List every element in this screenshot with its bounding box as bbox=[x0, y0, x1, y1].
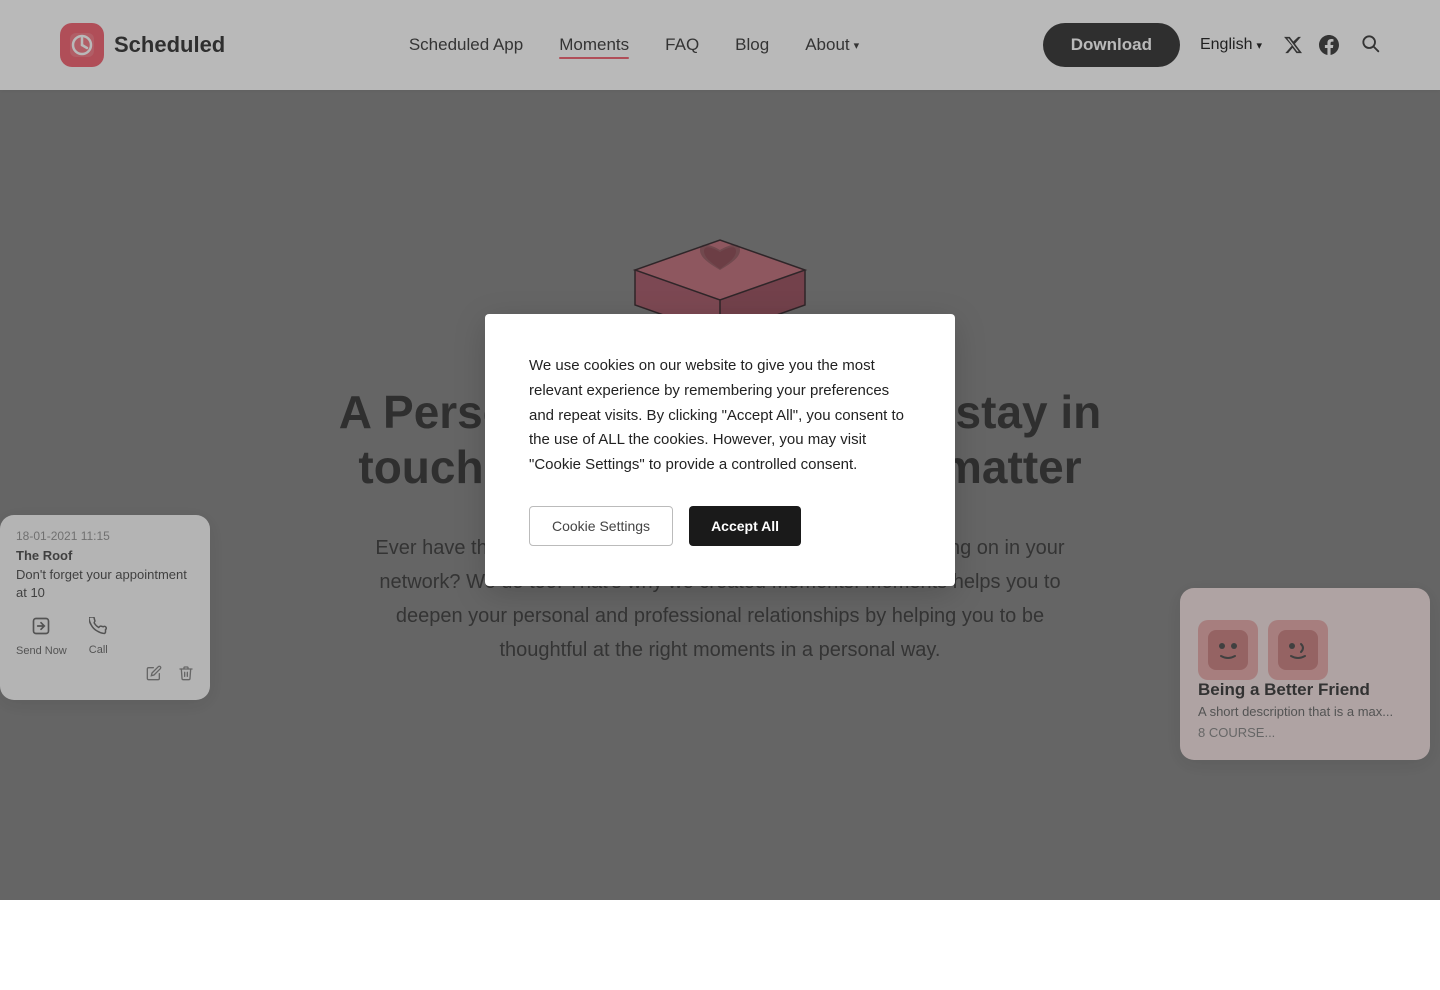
cookie-buttons: Cookie Settings Accept All bbox=[529, 506, 911, 546]
cookie-settings-button[interactable]: Cookie Settings bbox=[529, 506, 673, 546]
cookie-text: We use cookies on our website to give yo… bbox=[529, 354, 911, 478]
cookie-modal: We use cookies on our website to give yo… bbox=[485, 314, 955, 586]
accept-all-button[interactable]: Accept All bbox=[689, 506, 801, 546]
cookie-modal-overlay: We use cookies on our website to give yo… bbox=[0, 0, 1440, 900]
